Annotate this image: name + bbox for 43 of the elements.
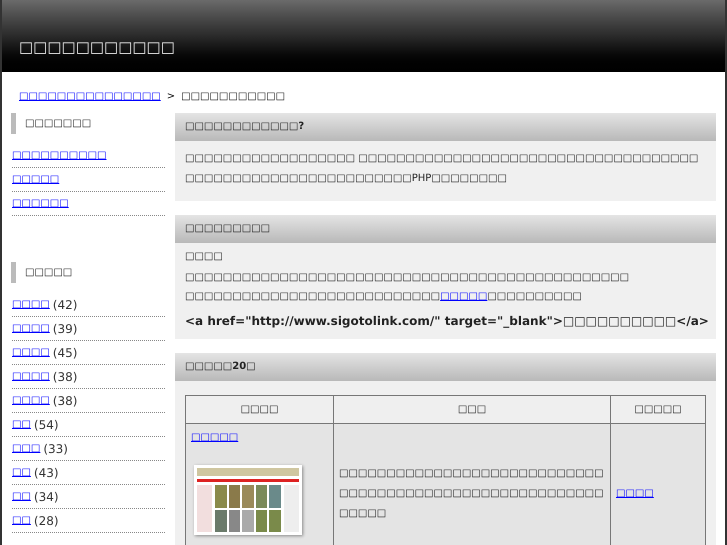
sidebar-link[interactable]: □□□□ — [12, 344, 50, 362]
sidebar-link[interactable]: □□□□ — [12, 392, 50, 410]
site-link[interactable]: □□□□□ — [191, 430, 238, 445]
table-header-cell: □□□□ — [186, 396, 334, 424]
panel-heading: □□□□□20□ — [175, 353, 716, 381]
panel-heading: □□□□□□□□□ — [175, 215, 716, 243]
sidebar-heading: □□□□□□□ — [11, 113, 165, 134]
sidebar-link[interactable]: □□ — [12, 512, 31, 530]
panel-subheading: □□□□ — [185, 250, 223, 264]
panel-heading: □□□□□□□□□□□□? — [175, 113, 716, 141]
panel-paragraph: □□□□□□□□□□□□□□□□□□□□□□□□□□□□□□□□□□□□□□□□□□□□□□□ □□□□□□□□□□□□□□□□□□□□□□□□□□□□□□□□□□□□□□□□□□ — [185, 271, 630, 304]
sidebar-link[interactable]: □□□ — [12, 440, 40, 458]
table-header-cell: □□□□□ — [610, 396, 706, 424]
item-count: (34) — [34, 489, 59, 506]
sidebar-link[interactable]: □□□□□□□□□□ — [12, 147, 106, 165]
category-link[interactable]: □□□□ — [616, 488, 654, 499]
item-count: (54) — [34, 417, 59, 434]
panel-paragraph: □□□□□□□□□□□□□□□□□□ □□□□□□□□□□□□□□□□□□□□□□□□□□□□□□□□□□□□□□□□□□□□□□□□□□□□□□□□□□□□PHP□□□□□□□□ — [184, 152, 700, 186]
item-count: (28) — [34, 513, 59, 530]
breadcrumb-link[interactable]: □□□□□□□□□□□□□□□ — [19, 89, 161, 104]
table-header-cell: □□□ — [334, 396, 610, 424]
sidebar-link[interactable]: □□□□ — [12, 368, 50, 386]
site-title: □□□□□□□□□□□ — [19, 36, 175, 58]
item-count: (39) — [52, 321, 78, 338]
table-cell: □□□□□□□□□□□□□□□□□□□□□□□□□□□□□□□□□□□□□□□□□□□□□□□□□□□□□□□□□□□□□ — [334, 424, 610, 545]
inline-link[interactable]: □□□□□ — [440, 291, 488, 302]
sidebar-link[interactable]: □□□□ — [12, 296, 50, 314]
breadcrumb-current: □□□□□□□□□□□ — [181, 90, 286, 104]
sidebar-link[interactable]: □□□□□ — [12, 171, 60, 189]
item-count: (33) — [43, 441, 68, 458]
sidebar-link[interactable]: □□□□ — [12, 320, 50, 338]
item-count: (43) — [34, 465, 59, 482]
sidebar-link[interactable]: □□ — [12, 464, 31, 482]
item-count: (38) — [52, 369, 78, 386]
sidebar-heading: □□□□□ — [11, 262, 165, 283]
item-count: (45) — [52, 345, 78, 362]
sidebar-link[interactable]: □□ — [12, 416, 31, 434]
breadcrumb-separator: > — [166, 90, 176, 104]
item-count: (38) — [52, 393, 78, 410]
sidebar-link[interactable]: □□□□□□ — [12, 195, 69, 213]
sidebar-link[interactable]: □□ — [12, 488, 31, 506]
code-snippet: <a href="http://www.sigotolink.com/" target="_blank">□□□□□□□□□□</a> — [185, 313, 706, 330]
item-count: (42) — [52, 297, 78, 314]
